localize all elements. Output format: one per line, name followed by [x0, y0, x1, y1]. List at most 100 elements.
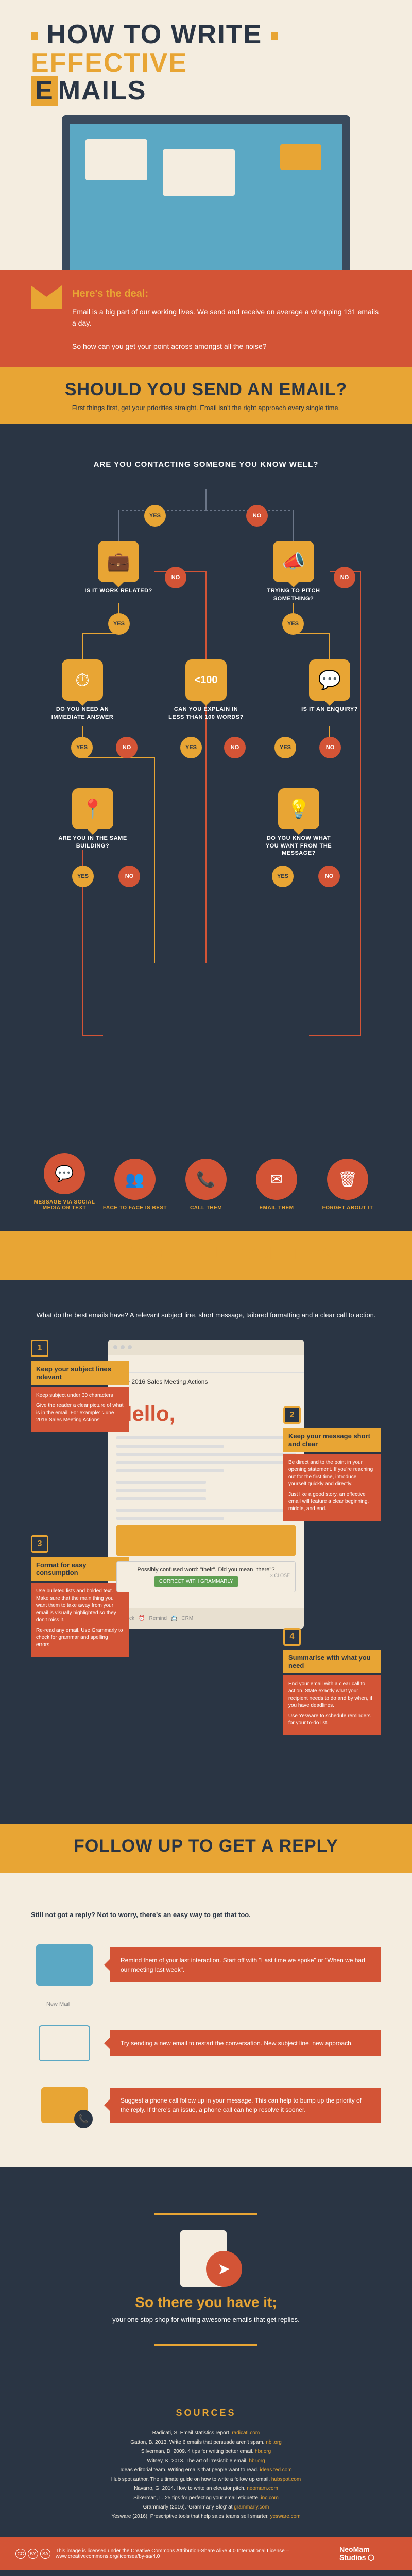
- sources-list: Radicati, S. Email statistics report. ra…: [31, 2429, 381, 2521]
- square-bullet-icon: [271, 32, 278, 40]
- mail-icon: ✉: [256, 1159, 297, 1200]
- result-face: 👥 FACE TO FACE IS BEST: [101, 1159, 168, 1211]
- source-item: Hub spot author. The ultimate guide on h…: [31, 2475, 381, 2484]
- new-mail-icon: [31, 1939, 98, 1991]
- yes-badge: YES: [108, 613, 130, 635]
- tip-title: Keep your message short and clear: [283, 1428, 381, 1452]
- monitor-illustration: [62, 115, 350, 270]
- yes-badge: YES: [71, 737, 93, 758]
- tip-number: 4: [283, 1628, 301, 1646]
- no-badge: NO: [224, 737, 246, 758]
- yes-badge: YES: [72, 866, 94, 887]
- intro-strip: Here's the deal: Email is a big part of …: [0, 270, 412, 368]
- result-social: 💬 MESSAGE VIA SOCIAL MEDIA OR TEXT: [31, 1153, 98, 1211]
- node-enquiry: 💬 IS IT AN ENQUIRY?: [291, 659, 368, 713]
- subject-field: June 2016 Sales Meeting Actions: [108, 1373, 304, 1391]
- followup-text: Try sending a new email to restart the c…: [110, 2030, 381, 2056]
- tip-2: 2 Keep your message short and clear Be d…: [283, 1406, 381, 1521]
- tip-title: Format for easy consumption: [31, 1557, 129, 1581]
- chat-icon: 💬: [44, 1153, 85, 1194]
- hero-title: HOW TO WRITE EFFECTIVE EMAILS: [31, 21, 381, 105]
- should-sub: First things first, get your priorities …: [12, 404, 400, 412]
- node-immediate: ⏱ DO YOU NEED AN IMMEDIATE ANSWER: [44, 659, 121, 721]
- grammarly-tooltip: Possibly confused word: "their". Did you…: [116, 1561, 296, 1592]
- intro-p1: Email is a big part of our working lives…: [72, 306, 381, 329]
- people-icon: 👥: [114, 1159, 156, 1200]
- title-effective: EFFECTIVE: [31, 48, 187, 78]
- no-badge: NO: [318, 866, 340, 887]
- square-bullet-icon: [31, 32, 38, 40]
- flow-top-question: ARE YOU CONTACTING SOMEONE YOU KNOW WELL…: [31, 460, 381, 469]
- tip-number: 1: [31, 1340, 48, 1357]
- greeting: Hello,: [108, 1391, 304, 1431]
- yes-badge: YES: [274, 737, 296, 758]
- yes-badge: YES: [180, 737, 202, 758]
- tip-3: 3 Format for easy consumption Use bullet…: [31, 1535, 129, 1657]
- brand-logo: NeoMam Studios ⬡: [339, 2545, 397, 2562]
- source-item: Silkerman, L. 25 tips for perfecting you…: [31, 2494, 381, 2503]
- to-field: To: [108, 1355, 304, 1373]
- closing-title: So there you have it;: [31, 2294, 381, 2311]
- phone-mail-icon: 📞: [31, 2079, 98, 2131]
- divider: [154, 2213, 258, 2215]
- result-forget: 🗑 FORGET ABOUT IT: [314, 1159, 381, 1211]
- closing-sub: your one stop shop for writing awesome e…: [31, 2316, 381, 2324]
- source-item: Yesware (2016). Prescriptive tools that …: [31, 2512, 381, 2521]
- source-item: Navarro, G. 2014. How to write an elevat…: [31, 2484, 381, 2494]
- node-work-related: 💼 IS IT WORK RELATED?: [80, 541, 157, 595]
- tip-body: Be direct and to the point in your openi…: [283, 1454, 381, 1521]
- close-link[interactable]: × CLOSE: [270, 1573, 290, 1578]
- footer: CCBYSA This image is licensed under the …: [0, 2537, 412, 2570]
- title-emails: EMAILS: [31, 77, 381, 105]
- followup-sub: Still not got a reply? Not to worry, the…: [31, 1911, 381, 1919]
- megaphone-icon: 📣: [273, 541, 314, 582]
- window-icon: [85, 139, 147, 180]
- source-item: Silverman, D. 2009. 4 tips for writing b…: [31, 2447, 381, 2456]
- trash-icon: 🗑: [327, 1159, 368, 1200]
- speech-icon: 💬: [309, 659, 350, 701]
- followup-banner: FOLLOW UP TO GET A REPLY: [0, 1824, 412, 1873]
- no-badge: NO: [334, 567, 355, 588]
- no-badge: NO: [116, 737, 138, 758]
- window-icon: [280, 144, 321, 170]
- node-hundred-words: <100 CAN YOU EXPLAIN IN LESS THAN 100 WO…: [167, 659, 245, 721]
- restart-mail-icon: [31, 2018, 98, 2069]
- intro-text: Here's the deal: Email is a big part of …: [72, 285, 381, 352]
- node-same-building: 📍 ARE YOU IN THE SAME BUILDING?: [54, 788, 131, 850]
- tip-number: 2: [283, 1406, 301, 1424]
- intro-heading: Here's the deal:: [72, 285, 381, 302]
- source-item: Radicati, S. Email statistics report. ra…: [31, 2429, 381, 2438]
- phone-icon: 📞: [185, 1159, 227, 1200]
- correct-button[interactable]: CORRECT WITH GRAMMARLY: [154, 1576, 238, 1587]
- no-badge: NO: [165, 567, 186, 588]
- sources-title: SOURCES: [31, 2408, 381, 2418]
- should-title: SHOULD YOU SEND AN EMAIL?: [12, 380, 400, 400]
- divider: [154, 2344, 258, 2346]
- yes-badge: YES: [282, 613, 304, 635]
- no-badge: NO: [319, 737, 341, 758]
- envelope-icon: [31, 285, 62, 309]
- followup-row: Remind them of your last interaction. St…: [31, 1939, 381, 1991]
- highlight-block: [116, 1525, 296, 1556]
- tip-title: Summarise with what you need: [283, 1650, 381, 1673]
- source-item: Grammarly (2016). 'Grammarly Blog' at gr…: [31, 2503, 381, 2512]
- cc-license-icon: CCBYSA: [15, 2549, 50, 2559]
- yes-badge: YES: [144, 505, 166, 527]
- no-badge: NO: [246, 505, 268, 527]
- flowchart-section: ARE YOU CONTACTING SOMEONE YOU KNOW WELL…: [0, 424, 412, 1231]
- mockup-footer: ✓ Track ⏰ Remind 📇 CRM: [108, 1608, 304, 1629]
- envelope-open-icon: [80, 1244, 111, 1267]
- followup-text: Remind them of your last interaction. St…: [110, 1947, 381, 1982]
- email-mockup: To June 2016 Sales Meeting Actions Hello…: [108, 1340, 304, 1629]
- closing-section: ➤ So there you have it; your one stop sh…: [0, 2167, 412, 2392]
- hero-section: HOW TO WRITE EFFECTIVE EMAILS: [0, 0, 412, 270]
- followup-row: Try sending a new email to restart the c…: [31, 2018, 381, 2069]
- tip-body: Use bulleted lists and bolded text. Make…: [31, 1583, 129, 1657]
- tip-body: End your email with a clear call to acti…: [283, 1675, 381, 1735]
- tip-1: 1 Keep your subject lines relevant Keep …: [31, 1340, 129, 1432]
- no-badge: NO: [118, 866, 140, 887]
- yes-badge: YES: [272, 866, 294, 887]
- compose-icon: ➤: [175, 2235, 237, 2282]
- window-icon: [163, 149, 235, 196]
- email-body: Possibly confused word: "their". Did you…: [108, 1436, 304, 1608]
